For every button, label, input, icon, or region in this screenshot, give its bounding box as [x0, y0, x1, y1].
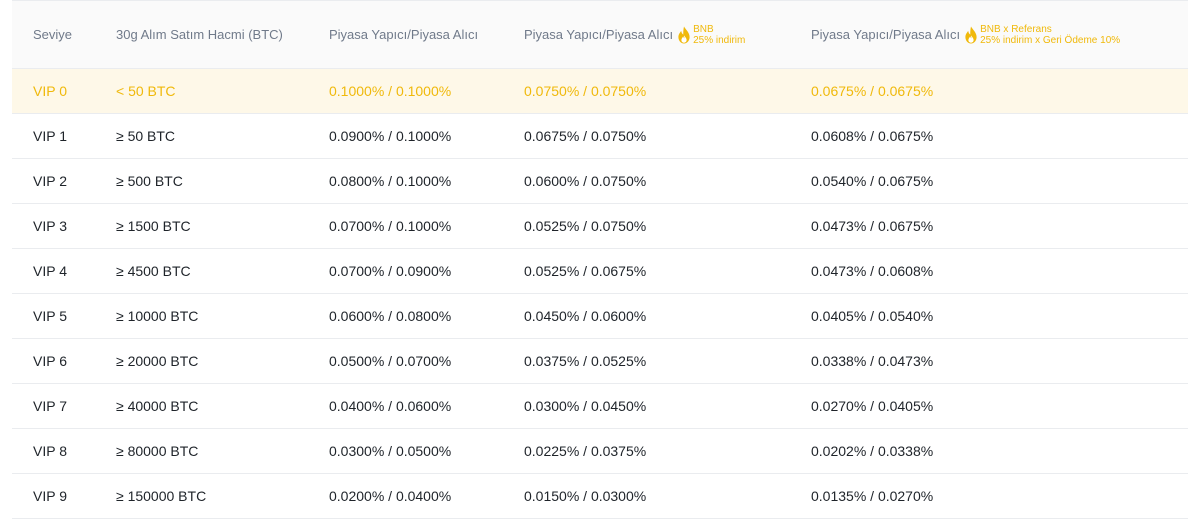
- fee-table: Seviye 30g Alım Satım Hacmi (BTC) Piyasa…: [12, 0, 1188, 519]
- fee-cell: 0.0500% / 0.0700%: [329, 353, 452, 369]
- volume-cell: ≥ 20000 BTC: [116, 353, 199, 369]
- level-cell: VIP 7: [33, 398, 67, 414]
- referral-fee-cell: 0.0135% / 0.0270%: [811, 488, 934, 504]
- fee-cell: 0.0700% / 0.1000%: [329, 218, 452, 234]
- referral-fee-cell: 0.0608% / 0.0675%: [811, 128, 934, 144]
- table-row-vip-6: VIP 6 ≥ 20000 BTC 0.0500% / 0.0700% 0.03…: [12, 339, 1188, 384]
- table-row-vip-4: VIP 4 ≥ 4500 BTC 0.0700% / 0.0900% 0.052…: [12, 249, 1188, 294]
- bnb-fee-cell: 0.0525% / 0.0750%: [524, 218, 647, 234]
- fee-cell: 0.0200% / 0.0400%: [329, 488, 452, 504]
- bnb-fee-cell: 0.0525% / 0.0675%: [524, 263, 647, 279]
- referral-fee-cell: 0.0540% / 0.0675%: [811, 173, 934, 189]
- table-row-vip-0: VIP 0 < 50 BTC 0.1000% / 0.1000% 0.0750%…: [12, 69, 1188, 114]
- volume-cell: ≥ 4500 BTC: [116, 263, 191, 279]
- level-cell: VIP 4: [33, 263, 67, 279]
- table-row-vip-3: VIP 3 ≥ 1500 BTC 0.0700% / 0.1000% 0.052…: [12, 204, 1188, 249]
- fee-cell: 0.0300% / 0.0500%: [329, 443, 452, 459]
- referral-fee-cell: 0.0270% / 0.0405%: [811, 398, 934, 414]
- referral-fee-cell: 0.0202% / 0.0338%: [811, 443, 934, 459]
- bnb-fee-cell: 0.0450% / 0.0600%: [524, 308, 647, 324]
- table-header: Seviye 30g Alım Satım Hacmi (BTC) Piyasa…: [12, 0, 1188, 69]
- bnb-fee-cell: 0.0150% / 0.0300%: [524, 488, 647, 504]
- table-row-vip-8: VIP 8 ≥ 80000 BTC 0.0300% / 0.0500% 0.02…: [12, 429, 1188, 474]
- level-cell: VIP 5: [33, 308, 67, 324]
- header-maker-taker-ref: Piyasa Yapıcı/Piyasa Alıcı BNB x Referan…: [811, 1, 1120, 68]
- table-row-vip-2: VIP 2 ≥ 500 BTC 0.0800% / 0.1000% 0.0600…: [12, 159, 1188, 204]
- level-cell: VIP 9: [33, 488, 67, 504]
- bnb-fee-cell: 0.0300% / 0.0450%: [524, 398, 647, 414]
- bnb-fee-cell: 0.0675% / 0.0750%: [524, 128, 647, 144]
- bnb-fee-cell: 0.0750% / 0.0750%: [524, 83, 647, 99]
- bnb-discount-badge: BNB 25% indirim: [677, 24, 745, 46]
- fire-icon: [678, 26, 690, 43]
- header-maker-taker-ref-label: Piyasa Yapıcı/Piyasa Alıcı: [811, 27, 961, 42]
- bnb-fee-cell: 0.0225% / 0.0375%: [524, 443, 647, 459]
- referral-fee-cell: 0.0405% / 0.0540%: [811, 308, 934, 324]
- level-cell: VIP 8: [33, 443, 67, 459]
- referral-fee-cell: 0.0675% / 0.0675%: [811, 83, 934, 99]
- header-maker-taker-bnb: Piyasa Yapıcı/Piyasa Alıcı BNB 25% indir…: [524, 1, 745, 68]
- table-row-vip-1: VIP 1 ≥ 50 BTC 0.0900% / 0.1000% 0.0675%…: [12, 114, 1188, 159]
- level-cell: VIP 0: [33, 83, 67, 99]
- bnb-badge-title: BNB: [693, 23, 714, 35]
- volume-cell: ≥ 10000 BTC: [116, 308, 199, 324]
- referral-fee-cell: 0.0338% / 0.0473%: [811, 353, 934, 369]
- level-cell: VIP 6: [33, 353, 67, 369]
- volume-cell: ≥ 40000 BTC: [116, 398, 199, 414]
- header-volume: 30g Alım Satım Hacmi (BTC): [116, 27, 283, 42]
- header-maker-taker: Piyasa Yapıcı/Piyasa Alıcı: [329, 27, 479, 42]
- ref-badge-title: BNB x Referans: [980, 23, 1052, 35]
- fee-cell: 0.1000% / 0.1000%: [329, 83, 452, 99]
- ref-badge-discount: 25% indirim x Geri Ödeme 10%: [980, 34, 1121, 46]
- referral-discount-badge: BNB x Referans 25% indirim x Geri Ödeme …: [964, 24, 1120, 46]
- volume-cell: ≥ 50 BTC: [116, 128, 176, 144]
- fee-cell: 0.0800% / 0.1000%: [329, 173, 452, 189]
- volume-cell: ≥ 1500 BTC: [116, 218, 191, 234]
- bnb-fee-cell: 0.0375% / 0.0525%: [524, 353, 647, 369]
- header-level: Seviye: [33, 27, 73, 42]
- volume-cell: < 50 BTC: [116, 83, 176, 99]
- volume-cell: ≥ 500 BTC: [116, 173, 183, 189]
- bnb-badge-discount: 25% indirim: [693, 34, 746, 46]
- table-row-vip-5: VIP 5 ≥ 10000 BTC 0.0600% / 0.0800% 0.04…: [12, 294, 1188, 339]
- level-cell: VIP 2: [33, 173, 67, 189]
- volume-cell: ≥ 80000 BTC: [116, 443, 199, 459]
- fee-cell: 0.0600% / 0.0800%: [329, 308, 452, 324]
- fee-cell: 0.0900% / 0.1000%: [329, 128, 452, 144]
- fire-icon: [965, 26, 977, 43]
- fee-cell: 0.0400% / 0.0600%: [329, 398, 452, 414]
- table-row-vip-7: VIP 7 ≥ 40000 BTC 0.0400% / 0.0600% 0.03…: [12, 384, 1188, 429]
- table-row-vip-9: VIP 9 ≥ 150000 BTC 0.0200% / 0.0400% 0.0…: [12, 474, 1188, 518]
- referral-fee-cell: 0.0473% / 0.0675%: [811, 218, 934, 234]
- volume-cell: ≥ 150000 BTC: [116, 488, 207, 504]
- level-cell: VIP 3: [33, 218, 67, 234]
- level-cell: VIP 1: [33, 128, 67, 144]
- bnb-fee-cell: 0.0600% / 0.0750%: [524, 173, 647, 189]
- fee-cell: 0.0700% / 0.0900%: [329, 263, 452, 279]
- header-maker-taker-bnb-label: Piyasa Yapıcı/Piyasa Alıcı: [524, 27, 674, 42]
- referral-fee-cell: 0.0473% / 0.0608%: [811, 263, 934, 279]
